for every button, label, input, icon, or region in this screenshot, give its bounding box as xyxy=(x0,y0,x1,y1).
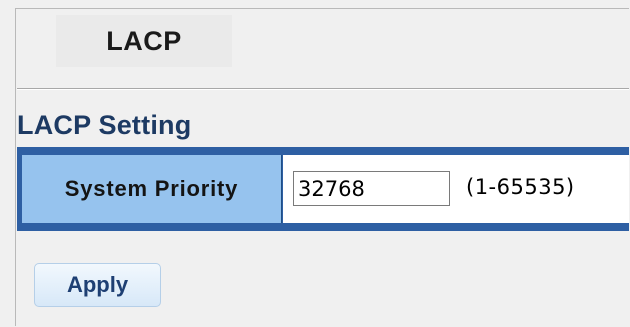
system-priority-label: System Priority xyxy=(64,176,239,201)
system-priority-value-cell: (1-65535) xyxy=(283,155,629,223)
apply-button[interactable]: Apply xyxy=(34,263,161,307)
page-title: LACP xyxy=(106,25,182,56)
system-priority-range-hint: (1-65535) xyxy=(466,175,575,199)
page-title-box: LACP xyxy=(56,15,232,67)
divider xyxy=(17,88,629,90)
system-priority-label-cell: System Priority xyxy=(22,155,282,223)
system-priority-input[interactable] xyxy=(293,171,450,206)
section-title: LACP Setting xyxy=(17,110,192,140)
lacp-setting-table: System Priority (1-65535) xyxy=(17,147,629,231)
